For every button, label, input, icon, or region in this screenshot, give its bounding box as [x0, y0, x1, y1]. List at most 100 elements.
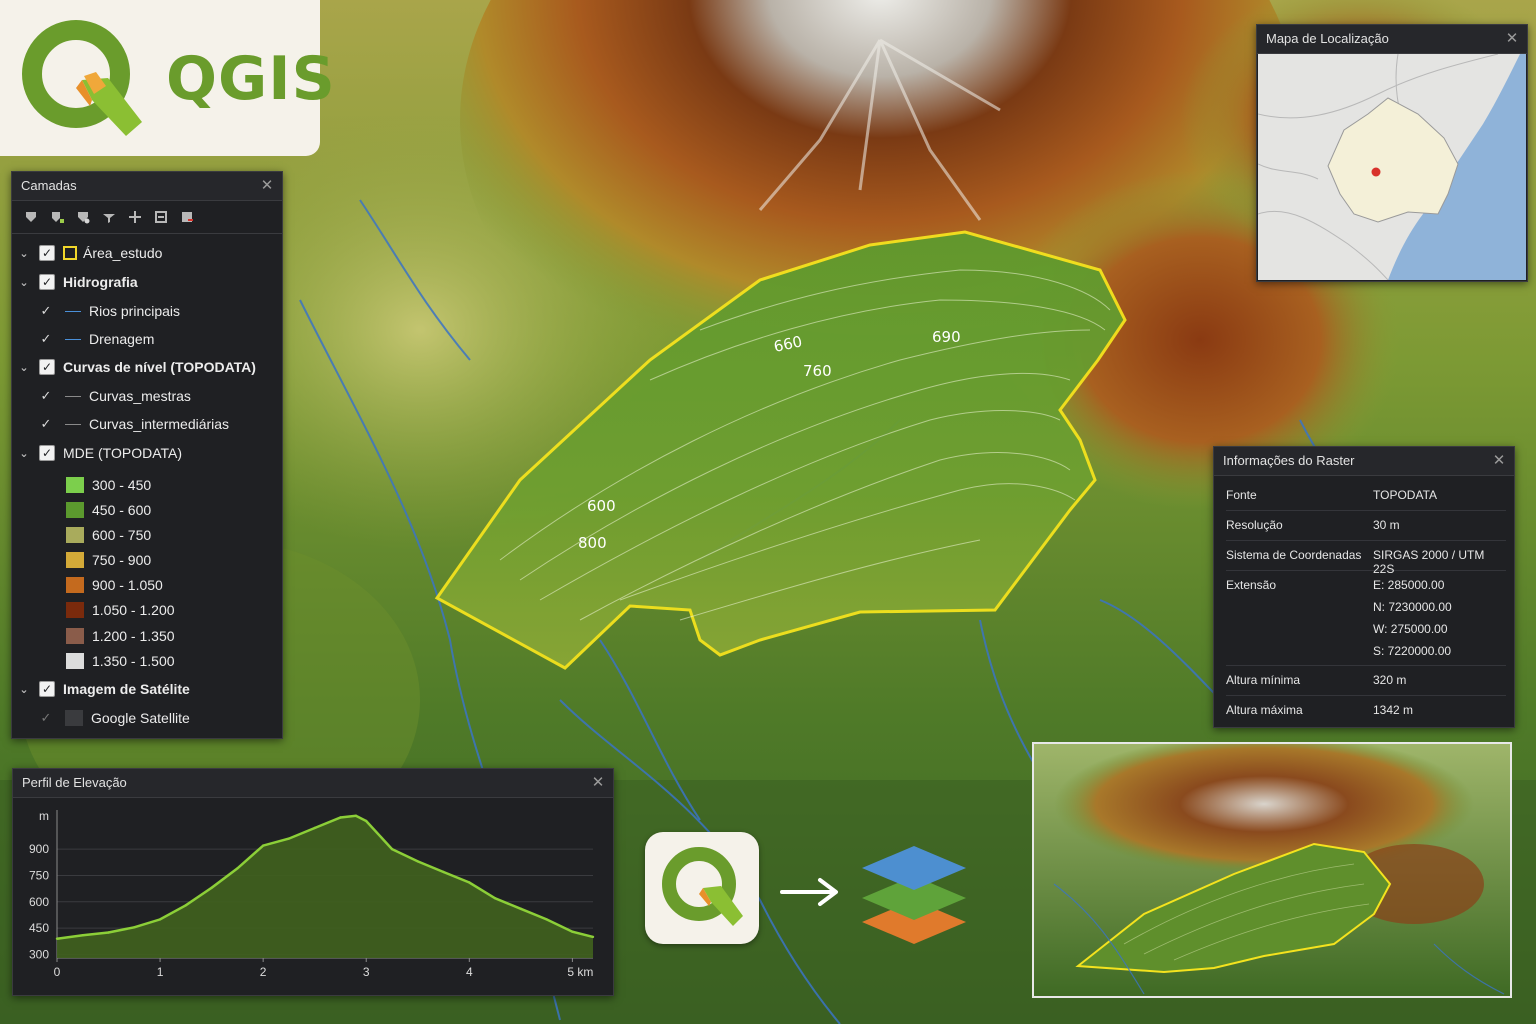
profile-point — [55, 937, 59, 940]
layer-checkbox[interactable]: ✓ — [39, 245, 55, 261]
elevation-profile-panel: Perfil de Elevação ✕ 300 450 600 750 900 m 0 1 2… — [12, 768, 614, 996]
layer-label: Hidrografia — [63, 274, 138, 290]
profile-point — [236, 867, 239, 870]
layer-rios-principais[interactable]: ✓ Rios principais — [30, 298, 181, 324]
info-row-altura-maxima: Altura máxima 1342 m — [1226, 696, 1506, 725]
contour-label: 800 — [578, 534, 607, 552]
layer-checkbox[interactable]: ✓ — [39, 445, 55, 461]
line-symbol-icon — [65, 423, 81, 425]
collapse-all-icon[interactable] — [152, 208, 170, 226]
info-value: S: 7220000.00 — [1373, 644, 1452, 658]
profile-point — [493, 897, 497, 900]
x-tick-label: 0 — [54, 965, 61, 979]
layer-checkbox[interactable]: ✓ — [39, 331, 53, 346]
profile-point — [591, 935, 595, 939]
info-value: W: 275000.00 — [1373, 622, 1448, 636]
layer-checkbox[interactable]: ✓ — [39, 681, 55, 697]
layer-group-hidrografia[interactable]: ⌄ ✓ Hidrografia — [12, 269, 138, 295]
legend-label: 1.200 - 1.350 — [92, 628, 175, 644]
raster-info-header: Informações do Raster ✕ — [1214, 447, 1514, 476]
info-key: Extensão — [1226, 578, 1277, 592]
info-row-resolucao: Resolução 30 m — [1226, 511, 1506, 541]
raster-info-panel: Informações do Raster ✕ Fonte TOPODATA R… — [1213, 446, 1515, 728]
layer-curvas-intermediarias[interactable]: ✓ Curvas_intermediárias — [30, 411, 230, 437]
x-tick-label: 4 — [466, 965, 473, 979]
info-value: 1342 m — [1373, 703, 1414, 717]
legend-label: 1.350 - 1.500 — [92, 653, 175, 669]
profile-point — [210, 886, 213, 889]
legend-label: 750 - 900 — [92, 552, 152, 568]
profile-point — [365, 819, 368, 823]
chevron-down-icon[interactable]: ⌄ — [18, 276, 30, 289]
layer-group-curvas[interactable]: ⌄ ✓ Curvas de nível (TOPODATA) — [12, 354, 256, 380]
filter-icon[interactable] — [100, 208, 118, 226]
layer-checkbox[interactable]: ✓ — [39, 416, 53, 431]
line-symbol-icon — [65, 395, 81, 397]
legend-label: 600 - 750 — [92, 527, 152, 543]
layer-checkbox[interactable]: ✓ — [39, 710, 53, 725]
qgis-logo: QGIS — [0, 0, 335, 156]
layer-google-satellite[interactable]: ✓ Google Satellite — [30, 705, 190, 731]
location-point-marker — [1371, 167, 1381, 177]
arrow-right-icon — [780, 878, 838, 906]
remove-layer-icon[interactable] — [178, 208, 196, 226]
close-icon[interactable]: ✕ — [1505, 25, 1519, 53]
polygon-symbol-icon — [63, 246, 77, 260]
legend-swatch — [66, 527, 84, 543]
layer-checkbox[interactable]: ✓ — [39, 274, 55, 290]
chevron-down-icon[interactable]: ⌄ — [18, 683, 30, 696]
close-icon[interactable]: ✕ — [260, 172, 274, 200]
y-tick-label: 600 — [29, 895, 49, 909]
legend-swatch — [66, 577, 84, 593]
profile-point — [133, 926, 136, 929]
layer-group-mde[interactable]: ⌄ ✓ MDE (TOPODATA) — [12, 440, 182, 466]
elevation-profile-chart[interactable]: 300 450 600 750 900 m 0 1 2 3 4 5 km — [13, 798, 611, 993]
layer-group-satelite[interactable]: ⌄ ✓ Imagem de Satélite — [12, 676, 190, 702]
elevation-profile-header: Perfil de Elevação ✕ — [13, 769, 613, 798]
y-tick-label: 450 — [29, 921, 49, 935]
chevron-down-icon[interactable]: ⌄ — [18, 361, 30, 374]
layers-panel-title: Camadas — [21, 178, 77, 193]
profile-point — [107, 931, 110, 934]
legend-swatch — [66, 502, 84, 518]
location-map-canvas[interactable] — [1258, 54, 1526, 280]
info-value: 320 m — [1373, 673, 1407, 687]
legend-swatch — [66, 477, 84, 493]
layer-label: Curvas_mestras — [89, 388, 191, 404]
add-layer-icon[interactable] — [48, 208, 66, 226]
info-row-extensao: Extensão E: 285000.00 N: 7230000.00 W: 2… — [1226, 571, 1506, 666]
info-key: Resolução — [1226, 518, 1283, 532]
info-key: Sistema de Coordenadas — [1226, 548, 1362, 562]
close-icon[interactable]: ✕ — [1492, 447, 1506, 475]
chevron-down-icon[interactable]: ⌄ — [18, 447, 30, 460]
profile-point — [390, 847, 394, 851]
info-value: N: 7230000.00 — [1373, 600, 1452, 614]
raster-info-title: Informações do Raster — [1223, 453, 1355, 468]
y-tick-label: 900 — [29, 842, 49, 856]
layer-curvas-mestras[interactable]: ✓ Curvas_mestras — [30, 383, 191, 409]
info-value: TOPODATA — [1373, 488, 1438, 502]
close-icon[interactable]: ✕ — [591, 769, 605, 797]
layer-checkbox[interactable]: ✓ — [39, 388, 53, 403]
profile-point — [416, 860, 419, 863]
expand-all-icon[interactable] — [126, 208, 144, 226]
chevron-down-icon[interactable]: ⌄ — [18, 247, 30, 260]
layer-checkbox[interactable]: ✓ — [39, 359, 55, 375]
layer-checkbox[interactable]: ✓ — [39, 303, 53, 318]
layers-panel: Camadas ✕ ⌄ ✓ Área_estudo ⌄ ✓ Hidrografi… — [11, 171, 283, 739]
open-layer-icon[interactable] — [22, 208, 40, 226]
layers-stack-icon — [862, 846, 966, 944]
3d-preview-image — [1034, 744, 1510, 996]
location-map-panel: Mapa de Localização ✕ — [1256, 24, 1528, 282]
info-value: E: 285000.00 — [1373, 578, 1445, 592]
add-group-icon[interactable] — [74, 208, 92, 226]
layer-label: Curvas de nível (TOPODATA) — [63, 359, 256, 375]
profile-point — [339, 816, 342, 819]
info-row-sistema: Sistema de Coordenadas SIRGAS 2000 / UTM… — [1226, 541, 1506, 576]
location-map-header: Mapa de Localização ✕ — [1257, 25, 1527, 54]
layer-drenagem[interactable]: ✓ Drenagem — [30, 326, 155, 352]
3d-preview-thumbnail[interactable] — [1032, 742, 1512, 998]
layer-area-estudo[interactable]: ⌄ ✓ Área_estudo — [12, 240, 162, 266]
y-tick-label: 300 — [29, 947, 49, 961]
contour-label: 760 — [803, 362, 832, 380]
